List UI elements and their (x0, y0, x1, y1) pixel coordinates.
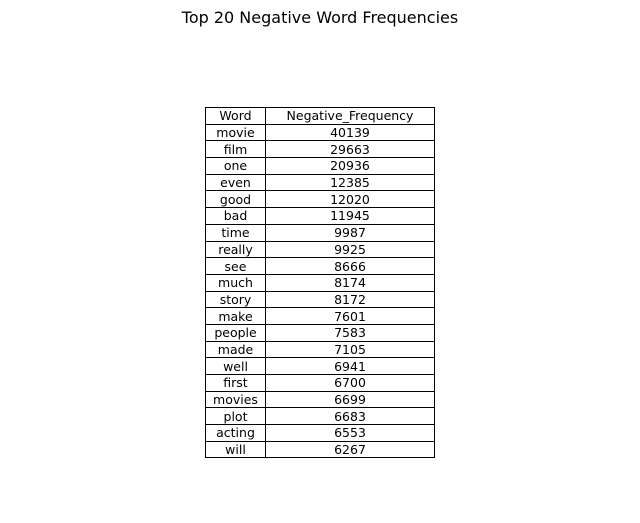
negative-frequency-cell: 8174 (265, 273, 435, 292)
word-cell: movie (205, 123, 266, 142)
word-cell: time (205, 223, 266, 242)
word-cell: story (205, 290, 266, 309)
word-cell: make (205, 307, 266, 325)
word-cell: will (205, 440, 266, 459)
negative-frequency-cell: 12020 (265, 190, 435, 209)
negative-frequency-cell: 7601 (265, 307, 435, 325)
word-cell: movies (205, 390, 266, 409)
table-row: story 8172 (205, 290, 435, 309)
table-row: people 7583 (205, 323, 435, 342)
negative-frequency-cell: 40139 (265, 123, 435, 142)
word-cell: well (205, 357, 266, 375)
negative-frequency-cell: 6700 (265, 374, 435, 392)
table-row: acting 6553 (205, 424, 435, 442)
negative-frequency-cell: 9925 (265, 240, 435, 259)
column-header-word: Word (205, 107, 266, 125)
negative-frequency-cell: 6699 (265, 390, 435, 409)
table-row: one 20936 (205, 157, 435, 175)
negative-frequency-cell: 6267 (265, 440, 435, 459)
table-row: good 12020 (205, 190, 435, 209)
negative-frequency-cell: 6683 (265, 407, 435, 426)
table-row: even 12385 (205, 173, 435, 192)
word-cell: much (205, 273, 266, 292)
table-row: first 6700 (205, 374, 435, 392)
negative-frequency-cell: 9987 (265, 223, 435, 242)
table-row: well 6941 (205, 357, 435, 375)
negative-frequency-cell: 6553 (265, 424, 435, 442)
word-cell: first (205, 374, 266, 392)
word-cell: bad (205, 207, 266, 225)
table-row: see 8666 (205, 257, 435, 275)
word-cell: film (205, 140, 266, 159)
negative-frequency-cell: 29663 (265, 140, 435, 159)
word-cell: good (205, 190, 266, 209)
word-cell: made (205, 340, 266, 359)
table-row: plot 6683 (205, 407, 435, 426)
chart-title: Top 20 Negative Word Frequencies (181, 8, 459, 27)
word-cell: see (205, 257, 266, 275)
word-cell: plot (205, 407, 266, 426)
table-row: bad 11945 (205, 207, 435, 225)
table-row: film 29663 (205, 140, 435, 159)
column-header-negative-frequency: Negative_Frequency (265, 107, 435, 125)
frequency-table: Word Negative_Frequency movie 40139 film 29… (205, 107, 435, 459)
table-row: movie 40139 (205, 123, 435, 142)
word-cell: even (205, 173, 266, 192)
negative-frequency-cell: 8172 (265, 290, 435, 309)
table-row: make 7601 (205, 307, 435, 325)
table-row: made 7105 (205, 340, 435, 359)
table-row: movies 6699 (205, 390, 435, 409)
negative-frequency-cell: 8666 (265, 257, 435, 275)
negative-frequency-cell: 11945 (265, 207, 435, 225)
frequency-table-container: Word Negative_Frequency movie 40139 film 29… (205, 107, 435, 459)
table-header-row: Word Negative_Frequency (205, 107, 435, 125)
table-body: movie 40139 film 29663 one 20936 even 12385 good… (205, 123, 435, 459)
word-cell: really (205, 240, 266, 259)
word-cell: acting (205, 424, 266, 442)
negative-frequency-cell: 7105 (265, 340, 435, 359)
negative-frequency-cell: 6941 (265, 357, 435, 375)
table-row: much 8174 (205, 273, 435, 292)
table-row: will 6267 (205, 440, 435, 459)
negative-frequency-cell: 20936 (265, 157, 435, 175)
table-row: time 9987 (205, 223, 435, 242)
word-cell: people (205, 323, 266, 342)
negative-frequency-cell: 12385 (265, 173, 435, 192)
table-row: really 9925 (205, 240, 435, 259)
word-cell: one (205, 157, 266, 175)
negative-frequency-cell: 7583 (265, 323, 435, 342)
